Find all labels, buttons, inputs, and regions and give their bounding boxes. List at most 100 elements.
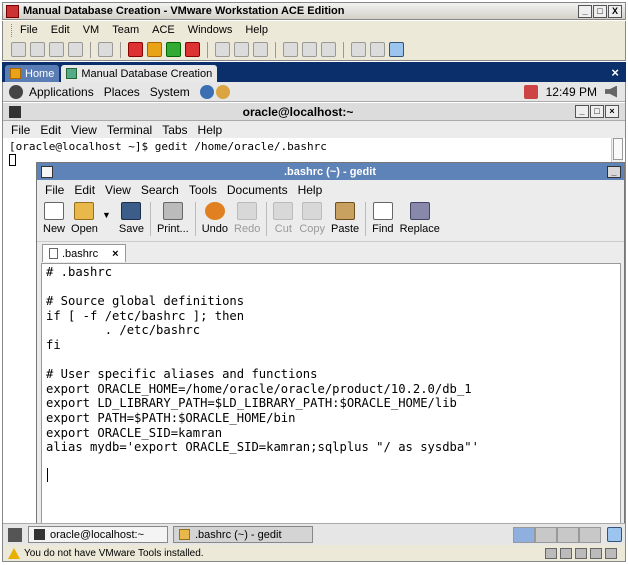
terminal-minimize-button[interactable]: _ [575, 105, 589, 118]
menu-team[interactable]: Team [112, 24, 139, 36]
paste-button[interactable]: Paste [331, 200, 359, 235]
gedit-minimize-button[interactable]: _ [607, 165, 621, 178]
team-icon[interactable] [68, 42, 83, 57]
terminal-scroll-thumb[interactable] [613, 138, 623, 160]
menu-system[interactable]: System [150, 85, 190, 99]
taskbar-item-gedit[interactable]: .bashrc (~) - gedit [173, 526, 313, 543]
hard-disk-icon[interactable] [545, 547, 557, 559]
email-icon[interactable] [215, 84, 230, 99]
terminal-menu-view[interactable]: View [71, 123, 97, 137]
terminal-menu-tabs[interactable]: Tabs [162, 123, 187, 137]
menu-vm[interactable]: VM [83, 24, 100, 36]
redo-button[interactable]: Redo [234, 200, 260, 235]
tab-manual-database-creation[interactable]: Manual Database Creation [61, 65, 218, 82]
undo-label: Undo [201, 223, 229, 235]
new-button[interactable]: New [43, 200, 65, 235]
gedit-menu-tools[interactable]: Tools [189, 183, 217, 197]
summary-view-icon[interactable] [351, 42, 366, 57]
close-document-icon[interactable]: × [112, 248, 118, 260]
console-view-icon[interactable] [370, 42, 385, 57]
menu-file[interactable]: File [20, 24, 38, 36]
document-tab-bashrc[interactable]: .bashrc × [42, 244, 126, 262]
close-button[interactable]: X [608, 4, 622, 18]
gnome-bottom-panel: oracle@localhost:~ .bashrc (~) - gedit [3, 523, 625, 545]
guest-display[interactable]: Applications Places System 12:49 PM orac… [2, 82, 626, 545]
gedit-app-icon[interactable] [41, 165, 53, 178]
power-on-icon[interactable] [166, 42, 181, 57]
minimize-button[interactable]: _ [578, 4, 592, 18]
gedit-toolbar: New Open ▼ Save Print... Undo Redo Cut C… [37, 200, 624, 242]
volume-icon[interactable] [605, 85, 617, 98]
reset-icon[interactable] [185, 42, 200, 57]
power-off-icon[interactable] [128, 42, 143, 57]
gedit-menu-view[interactable]: View [105, 183, 131, 197]
replace-button[interactable]: Replace [400, 200, 440, 235]
copy-button[interactable]: Copy [299, 200, 325, 235]
gedit-menu-documents[interactable]: Documents [227, 183, 288, 197]
editor-line: export ORACLE_HOME=/home/oracle/oracle/p… [46, 381, 472, 396]
panel-clock[interactable]: 12:49 PM [546, 85, 597, 99]
gedit-menu-file[interactable]: File [45, 183, 64, 197]
update-notifier-icon[interactable] [523, 84, 538, 99]
open-button[interactable]: Open [71, 200, 98, 235]
copy-label: Copy [299, 223, 326, 235]
gedit-menu-help[interactable]: Help [298, 183, 323, 197]
save-button[interactable]: Save [119, 200, 144, 235]
toolbar-separator [207, 41, 208, 58]
network-icon[interactable] [575, 547, 587, 559]
menu-edit[interactable]: Edit [51, 24, 70, 36]
find-button[interactable]: Find [372, 200, 394, 235]
show-desktop-icon[interactable] [8, 527, 22, 542]
maximize-button[interactable]: □ [593, 4, 607, 18]
terminal-close-button[interactable]: × [605, 105, 619, 118]
suspend-icon[interactable] [147, 42, 162, 57]
snapshot-manager-icon[interactable] [49, 42, 64, 57]
editor-line: if [ -f /etc/bashrc ]; then [46, 308, 245, 323]
menu-help[interactable]: Help [245, 24, 268, 36]
gedit-title: .bashrc (~) - gedit [284, 165, 376, 178]
quick-switch-icon[interactable] [302, 42, 317, 57]
menu-applications[interactable]: Applications [29, 85, 94, 99]
workspace-2[interactable] [535, 526, 557, 543]
workspace-3[interactable] [557, 526, 579, 543]
unity-icon[interactable] [389, 42, 404, 57]
cut-button[interactable]: Cut [273, 200, 294, 235]
terminal-icon[interactable] [9, 105, 21, 118]
taskbar-item-terminal[interactable]: oracle@localhost:~ [28, 526, 168, 543]
revert-icon[interactable] [234, 42, 249, 57]
close-tab-icon[interactable]: × [611, 64, 619, 82]
menu-ace[interactable]: ACE [152, 24, 175, 36]
resize-grip-icon[interactable] [605, 547, 617, 559]
sidebar-icon[interactable] [283, 42, 298, 57]
full-screen-icon[interactable] [321, 42, 336, 57]
gedit-menu-search[interactable]: Search [141, 183, 179, 197]
tab-home[interactable]: Home [5, 65, 60, 82]
print-button[interactable]: Print... [157, 200, 189, 235]
terminal-menu-edit[interactable]: Edit [40, 123, 61, 137]
terminal-menu-terminal[interactable]: Terminal [107, 123, 152, 137]
save-label: Save [118, 223, 144, 235]
gedit-menu-edit[interactable]: Edit [74, 183, 95, 197]
terminal-menu-help[interactable]: Help [198, 123, 223, 137]
open-recent-dropdown[interactable]: ▼ [102, 210, 111, 220]
trash-icon[interactable] [607, 527, 622, 542]
terminal-menu-file[interactable]: File [11, 123, 30, 137]
status-message[interactable]: You do not have VMware Tools installed. [24, 548, 204, 559]
take-snapshot-icon[interactable] [215, 42, 230, 57]
settings-icon[interactable] [98, 42, 113, 57]
menu-places[interactable]: Places [104, 85, 140, 99]
terminal-maximize-button[interactable]: □ [590, 105, 604, 118]
undo-button[interactable]: Undo [202, 200, 228, 235]
revert-snapshot-icon[interactable] [30, 42, 45, 57]
menu-windows[interactable]: Windows [188, 24, 233, 36]
snapshot-icon[interactable] [11, 42, 26, 57]
text-editor-area[interactable]: # .bashrc # Source global definitions if… [41, 263, 621, 525]
manage-snapshots-icon[interactable] [253, 42, 268, 57]
web-browser-icon[interactable] [199, 84, 214, 99]
cd-rom-icon[interactable] [560, 547, 572, 559]
workspace-1[interactable] [513, 526, 535, 543]
toolbar-grip[interactable] [11, 23, 14, 37]
terminal-prompt-line: [oracle@localhost ~]$ gedit /home/oracle… [9, 140, 327, 153]
usb-icon[interactable] [590, 547, 602, 559]
workspace-4[interactable] [579, 526, 601, 543]
